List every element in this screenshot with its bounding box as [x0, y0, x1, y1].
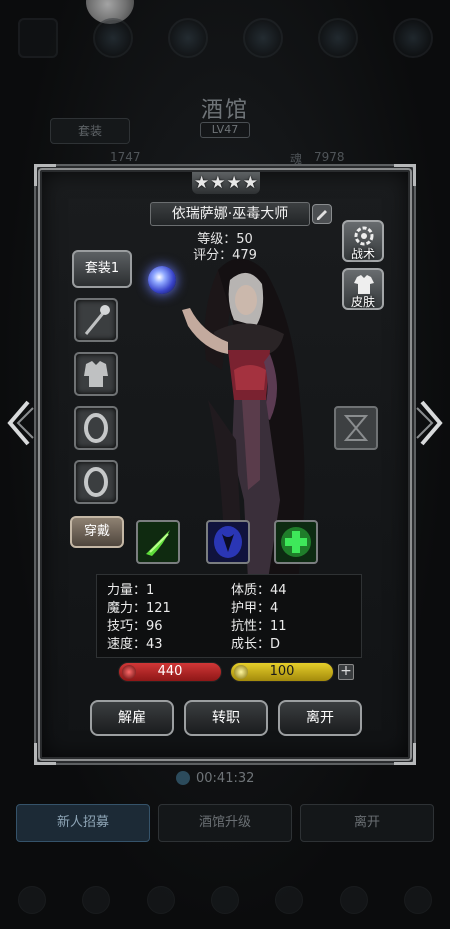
skin-button[interactable]: 皮肤 — [342, 268, 384, 310]
hp-bar: 440 — [118, 662, 222, 682]
hero-stats-box: 力量：1 体质：44 魔力：121 护甲：4 技巧：96 抗性：11 速度：43… — [96, 574, 362, 658]
armor-icon — [84, 361, 108, 387]
energy-value: 100 — [269, 664, 295, 679]
top-navigation — [0, 18, 450, 88]
bottom-dock — [0, 870, 450, 929]
nav-6-icon — [392, 18, 433, 58]
background-left-stat: 1747 — [110, 150, 141, 164]
stat-resistance: 抗性：11 — [231, 619, 287, 634]
skin-label: 皮肤 — [350, 295, 375, 309]
nav-button-4[interactable] — [234, 18, 292, 88]
star-icon: ★ — [210, 173, 226, 193]
hp-value: 440 — [157, 664, 183, 679]
weapon-slot[interactable] — [74, 298, 118, 342]
nav-2-icon — [92, 18, 133, 58]
tavern-upgrade-button[interactable]: 酒馆升级 — [158, 804, 292, 842]
panel-corner — [394, 164, 416, 186]
green-cross-icon — [281, 527, 311, 557]
background-right-stat-value: 7978 — [314, 150, 345, 164]
chevron-left-icon — [7, 400, 34, 446]
dock-icon-7[interactable] — [403, 885, 432, 914]
dock-icon-5[interactable] — [275, 885, 304, 914]
ring-icon — [84, 467, 108, 497]
star-icon: ★ — [242, 173, 258, 193]
nav-3-icon — [167, 18, 208, 58]
stat-constitution: 体质：44 — [231, 583, 287, 598]
tactics-label: 战术 — [350, 247, 375, 261]
hero-detail-panel: ★ ★ ★ ★ 依瑞萨娜·巫毒大师 等级：50 评分：479 套装1 穿戴 战术… — [34, 164, 416, 765]
nav-1-icon — [17, 18, 58, 58]
accessory-slot-2[interactable] — [74, 460, 118, 504]
chevron-right-icon — [416, 400, 443, 446]
nav-button-5[interactable] — [309, 18, 367, 88]
bottom-button-row: 新人招募 酒馆升级 离开 — [16, 804, 434, 842]
skill-slot-3[interactable] — [274, 520, 318, 564]
green-slash-icon — [146, 530, 170, 556]
dark-spirit-icon — [214, 526, 242, 558]
tactics-button[interactable]: 战术 — [342, 220, 384, 262]
energy-bar: 100 — [230, 662, 334, 682]
hourglass-icon — [343, 415, 369, 441]
skill-slot-2[interactable] — [206, 520, 250, 564]
stat-growth: 成长：D — [231, 637, 281, 652]
ring-icon — [84, 413, 108, 443]
star-icon: ★ — [226, 173, 242, 193]
panel-corner — [34, 743, 56, 765]
clock-icon — [176, 771, 190, 785]
hourglass-button[interactable] — [334, 406, 378, 450]
star-icon: ★ — [194, 173, 210, 193]
magic-orb — [148, 266, 176, 294]
nav-button-3[interactable] — [159, 18, 217, 88]
hero-name: 依瑞萨娜·巫毒大师 — [150, 202, 310, 226]
pencil-icon — [317, 210, 327, 220]
panel-corner — [34, 164, 56, 186]
nav-button-1[interactable] — [9, 18, 67, 88]
dock-icon-1[interactable] — [18, 885, 47, 914]
recruit-timer: 00:41:32 — [176, 768, 266, 788]
equipment-set-button[interactable]: 套装1 — [72, 250, 132, 288]
stat-speed: 速度：43 — [107, 637, 163, 652]
background-right-stat-label: 魂 — [290, 152, 303, 166]
nav-button-6[interactable] — [384, 18, 442, 88]
staff-icon — [84, 305, 110, 335]
equip-button[interactable]: 穿戴 — [70, 516, 124, 548]
panel-corner — [394, 743, 416, 765]
accessory-slot-1[interactable] — [74, 406, 118, 450]
stat-armor: 护甲：4 — [231, 601, 279, 616]
background-set-tab[interactable]: 套装 — [50, 118, 130, 144]
previous-hero-arrow[interactable] — [4, 398, 34, 448]
add-energy-button[interactable]: + — [338, 664, 354, 680]
dock-icon-4[interactable] — [210, 885, 239, 914]
dock-icon-2[interactable] — [82, 885, 111, 914]
recruit-button[interactable]: 新人招募 — [16, 804, 150, 842]
nav-button-2[interactable] — [84, 18, 142, 88]
dock-icon-3[interactable] — [146, 885, 175, 914]
armor-slot[interactable] — [74, 352, 118, 396]
skill-slot-1[interactable] — [136, 520, 180, 564]
close-panel-button[interactable]: 离开 — [278, 700, 362, 736]
stat-strength: 力量：1 — [107, 583, 155, 598]
leave-tavern-button[interactable]: 离开 — [300, 804, 434, 842]
rename-button[interactable] — [312, 204, 332, 224]
stat-skill: 技巧：96 — [107, 619, 163, 634]
dock-icon-6[interactable] — [339, 885, 368, 914]
stat-magic: 魔力：121 — [107, 601, 171, 616]
change-class-button[interactable]: 转职 — [184, 700, 268, 736]
hero-star-rating: ★ ★ ★ ★ — [192, 172, 260, 194]
tavern-level-badge: LV47 — [200, 122, 250, 138]
nav-4-icon — [242, 18, 283, 58]
next-hero-arrow[interactable] — [416, 398, 446, 448]
dismiss-hero-button[interactable]: 解雇 — [90, 700, 174, 736]
timer-text: 00:41:32 — [196, 770, 255, 786]
nav-5-icon — [317, 18, 358, 58]
